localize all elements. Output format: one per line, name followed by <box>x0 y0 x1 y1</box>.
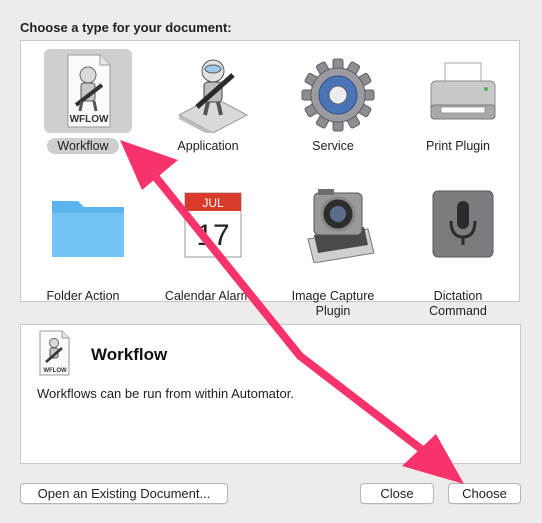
type-label: Image Capture Plugin <box>291 289 375 318</box>
choose-button[interactable]: Choose <box>448 483 521 504</box>
close-button[interactable]: Close <box>360 483 434 504</box>
type-tile-print-plugin[interactable]: Print Plugin <box>399 41 517 161</box>
workflow-document-icon: WFLOW <box>44 49 132 133</box>
gear-icon <box>294 49 382 133</box>
type-tile-calendar-alarm[interactable]: JUL 17 Calendar Alarm <box>149 171 267 303</box>
calendar-icon: JUL 17 <box>169 179 257 263</box>
type-label: Folder Action <box>46 289 120 303</box>
document-type-grid: WFLOW Workflow Application Service Print… <box>20 40 520 318</box>
folder-icon <box>44 179 132 263</box>
type-label: Application <box>177 139 239 153</box>
printer-icon <box>419 49 507 133</box>
type-label: Workflow <box>24 138 142 154</box>
calendar-month: JUL <box>202 196 224 210</box>
calendar-day: 17 <box>196 219 229 252</box>
description-title: Workflow <box>91 345 168 364</box>
type-tile-folder-action[interactable]: Folder Action <box>24 171 142 303</box>
description-workflow-icon: WFLOW <box>35 329 75 377</box>
type-tile-service[interactable]: Service <box>274 41 392 161</box>
type-tile-image-capture-plugin[interactable]: Image Capture Plugin <box>274 171 392 318</box>
type-tile-dictation-command[interactable]: Dictation Command <box>399 171 517 318</box>
type-tile-workflow[interactable]: WFLOW Workflow <box>24 41 142 161</box>
open-existing-document-button[interactable]: Open an Existing Document... <box>20 483 228 504</box>
description-badge: WFLOW <box>43 368 67 374</box>
description-panel: WFLOW Workflow Workflows can be run from… <box>20 324 521 464</box>
type-label: Calendar Alarm <box>164 289 252 303</box>
description-text: Workflows can be run from within Automat… <box>37 386 294 401</box>
workflow-badge: WFLOW <box>70 114 109 125</box>
type-label: Service <box>312 139 354 153</box>
type-tile-application[interactable]: Application <box>149 41 267 161</box>
automator-robot-icon <box>169 49 257 137</box>
microphone-icon <box>419 179 507 263</box>
dialog-heading: Choose a type for your document: <box>20 20 232 35</box>
type-label: Print Plugin <box>426 139 490 153</box>
type-label: Dictation Command <box>429 289 487 318</box>
camera-icon <box>294 179 382 264</box>
